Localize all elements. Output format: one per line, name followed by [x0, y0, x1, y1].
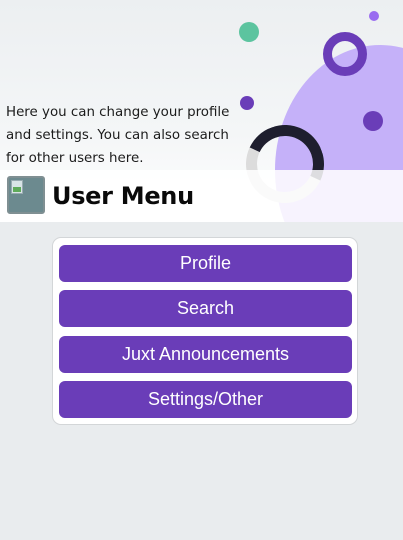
user-menu-page: Here you can change your profile and set…: [0, 0, 403, 540]
decorative-purple-dot: [363, 111, 383, 131]
profile-button[interactable]: Profile: [59, 245, 352, 282]
header-banner: Here you can change your profile and set…: [0, 0, 403, 222]
header-description: Here you can change your profile and set…: [6, 105, 230, 166]
decorative-violet-dot: [369, 11, 379, 21]
decorative-purple-ring: [323, 32, 367, 76]
menu-card: Profile Search Juxt Announcements Settin…: [52, 237, 358, 425]
settings-other-button[interactable]: Settings/Other: [59, 381, 352, 419]
avatar: [7, 176, 45, 214]
search-button[interactable]: Search: [59, 290, 352, 328]
juxt-announcements-button[interactable]: Juxt Announcements: [59, 335, 352, 373]
page-title: User Menu: [52, 182, 194, 210]
decorative-green-dot: [239, 22, 259, 42]
broken-image-icon: [11, 180, 23, 194]
decorative-purple-dot: [240, 96, 254, 110]
